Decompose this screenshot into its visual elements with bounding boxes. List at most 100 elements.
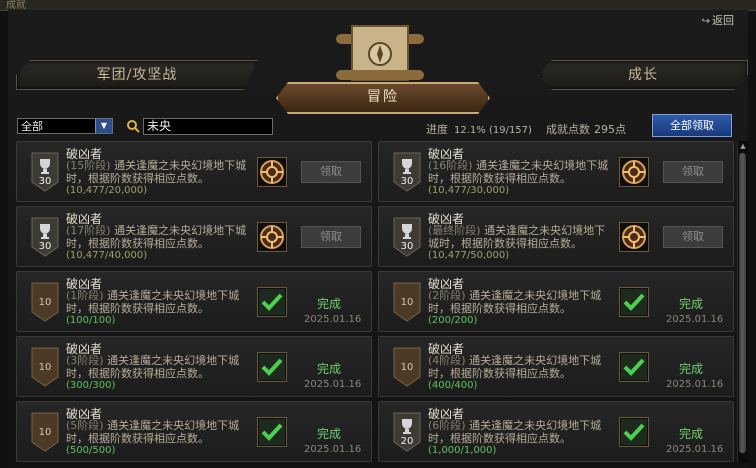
return-button[interactable]: ↪ 返回 [702, 12, 734, 28]
reward-item[interactable] [257, 222, 287, 252]
scroll-compass-emblem [336, 25, 424, 81]
checkmark-icon [621, 354, 647, 380]
points-value: 30 [400, 241, 414, 252]
points-badge: 30 [393, 217, 421, 257]
completed-date: 2025.01.16 [666, 444, 724, 455]
completed-status: 完成 [317, 362, 342, 376]
reward-item[interactable] [619, 157, 649, 187]
checkmark-icon [259, 354, 285, 380]
achievement-stage: (15阶段) [66, 159, 111, 172]
reward-item[interactable] [257, 287, 287, 317]
achievement-description: (5阶段) 通关逢魔之未央幻境地下城时，根据阶数获得相应点数。 [66, 419, 248, 445]
completed-status: 完成 [679, 362, 704, 376]
achievement-description: (1阶段) 通关逢魔之未央幻境地下城时，根据阶数获得相应点数。 [66, 289, 248, 315]
achievement-progress: (1,000/1,000) [428, 445, 497, 456]
points-badge: 10 [31, 282, 59, 322]
achievement-progress: (10,477/40,000) [66, 250, 148, 261]
points-value: 10 [400, 362, 414, 373]
points-badge: 20 [393, 412, 421, 452]
claim-button[interactable]: 领取 [301, 161, 361, 183]
achievement-card: 10 破凶者 (2阶段) 通关逢魔之未央幻境地下城时，根据阶数获得相应点数。 (… [378, 271, 734, 332]
achievement-card: 10 破凶者 (1阶段) 通关逢魔之未央幻境地下城时，根据阶数获得相应点数。 (… [16, 271, 372, 332]
achievement-description: (3阶段) 通关逢魔之未央幻境地下城时，根据阶数获得相应点数。 [66, 354, 248, 380]
completed-status: 完成 [317, 297, 342, 311]
achievement-description: (6阶段) 通关逢魔之未央幻境地下城时，根据阶数获得相应点数。 [428, 419, 610, 445]
search-icon [127, 120, 140, 133]
reward-emblem-icon [622, 225, 646, 249]
completed-date: 2025.01.16 [304, 314, 362, 325]
points-readout: 成就点数 295点 [546, 121, 626, 137]
claim-all-button[interactable]: 全部领取 [652, 114, 732, 137]
achievement-card: 30 破凶者 (15阶段) 通关逢魔之未央幻境地下城时，根据阶数获得相应点数。 … [16, 141, 372, 202]
achievement-stage: (6阶段) [428, 419, 466, 432]
tab-growth[interactable]: 成长 [538, 60, 748, 90]
points-badge: 10 [31, 347, 59, 387]
achievement-card: 10 破凶者 (5阶段) 通关逢魔之未央幻境地下城时，根据阶数获得相应点数。 (… [16, 401, 372, 462]
search-input[interactable]: 未央 [143, 118, 273, 135]
tab-adventure[interactable]: 冒险 [276, 82, 490, 114]
completed-status: 完成 [317, 427, 342, 441]
checkmark-icon [259, 419, 285, 445]
completed-date: 2025.01.16 [666, 379, 724, 390]
achievement-progress: (100/100) [66, 315, 116, 326]
achievement-description: (4阶段) 通关逢魔之未央幻境地下城时，根据阶数获得相应点数。 [428, 354, 610, 380]
checkmark-icon [259, 289, 285, 315]
points-value: 10 [400, 297, 414, 308]
progress-value: 12.1% (19/157) [454, 125, 532, 136]
achievement-stage: (5阶段) [66, 419, 104, 432]
achievement-description: (17阶段) 通关逢魔之未央幻境地下城时，根据阶数获得相应点数。 [66, 224, 248, 250]
achievement-card: 30 破凶者 (16阶段) 通关逢魔之未央幻境地下城时，根据阶数获得相应点数。 … [378, 141, 734, 202]
progress-label: 进度 [426, 123, 448, 136]
scroll-up-icon[interactable]: ▲ [738, 141, 748, 151]
category-dropdown[interactable]: 全部 ▼ [17, 118, 113, 134]
achievement-card: 10 破凶者 (3阶段) 通关逢魔之未央幻境地下城时，根据阶数获得相应点数。 (… [16, 336, 372, 397]
achievement-progress: (10,477/50,000) [428, 250, 510, 261]
reward-item[interactable] [619, 287, 649, 317]
achievement-progress: (400/400) [428, 380, 478, 391]
points-value: 10 [38, 427, 52, 438]
completed-date: 2025.01.16 [666, 314, 724, 325]
points-badge: 10 [393, 282, 421, 322]
checkmark-icon [621, 289, 647, 315]
reward-item[interactable] [619, 352, 649, 382]
completed-date: 2025.01.16 [304, 444, 362, 455]
achievement-progress: (10,477/30,000) [428, 185, 510, 196]
achievement-card: 30 破凶者 (17阶段) 通关逢魔之未央幻境地下城时，根据阶数获得相应点数。 … [16, 206, 372, 267]
return-icon: ↪ [701, 16, 710, 27]
claim-button[interactable]: 领取 [663, 161, 723, 183]
points-badge: 30 [393, 152, 421, 192]
reward-item[interactable] [257, 352, 287, 382]
points-value: 30 [400, 176, 414, 187]
reward-item[interactable] [619, 222, 649, 252]
claim-button[interactable]: 领取 [301, 226, 361, 248]
completed-status: 完成 [679, 427, 704, 441]
points-value: 30 [38, 241, 52, 252]
claim-button[interactable]: 领取 [663, 226, 723, 248]
achievement-stage: (1阶段) [66, 289, 104, 302]
return-label: 返回 [712, 14, 734, 27]
checkmark-icon [621, 419, 647, 445]
scrollbar[interactable]: ▲ [737, 141, 748, 463]
reward-item[interactable] [257, 417, 287, 447]
points-badge: 30 [31, 217, 59, 257]
achievement-progress: (10,477/20,000) [66, 185, 148, 196]
achievement-description: (2阶段) 通关逢魔之未央幻境地下城时，根据阶数获得相应点数。 [428, 289, 610, 315]
chevron-down-icon[interactable]: ▼ [95, 119, 112, 133]
points-value: 10 [38, 362, 52, 373]
achievement-stage: (最终阶段) [428, 224, 481, 237]
achievement-card: 20 破凶者 (6阶段) 通关逢魔之未央幻境地下城时，根据阶数获得相应点数。 (… [378, 401, 734, 462]
achievement-description: (16阶段) 通关逢魔之未央幻境地下城时，根据阶数获得相应点数。 [428, 159, 610, 185]
achievement-card: 30 破凶者 (最终阶段) 通关逢魔之未央幻境地下城时，根据阶数获得相应点数。 … [378, 206, 734, 267]
achievement-description: (15阶段) 通关逢魔之未央幻境地下城时，根据阶数获得相应点数。 [66, 159, 248, 185]
reward-item[interactable] [619, 417, 649, 447]
reward-emblem-icon [260, 225, 284, 249]
achievement-description: (最终阶段) 通关逢魔之未央幻境地下城时，根据阶数获得相应点数。 [428, 224, 610, 250]
scroll-thumb[interactable] [739, 153, 746, 453]
achievement-progress: (300/300) [66, 380, 116, 391]
points-badge: 10 [31, 412, 59, 452]
tab-legion-siege[interactable]: 军团/攻坚战 [16, 60, 258, 90]
points-value: 10 [38, 297, 52, 308]
reward-item[interactable] [257, 157, 287, 187]
points-badge: 10 [393, 347, 421, 387]
reward-emblem-icon [622, 160, 646, 184]
